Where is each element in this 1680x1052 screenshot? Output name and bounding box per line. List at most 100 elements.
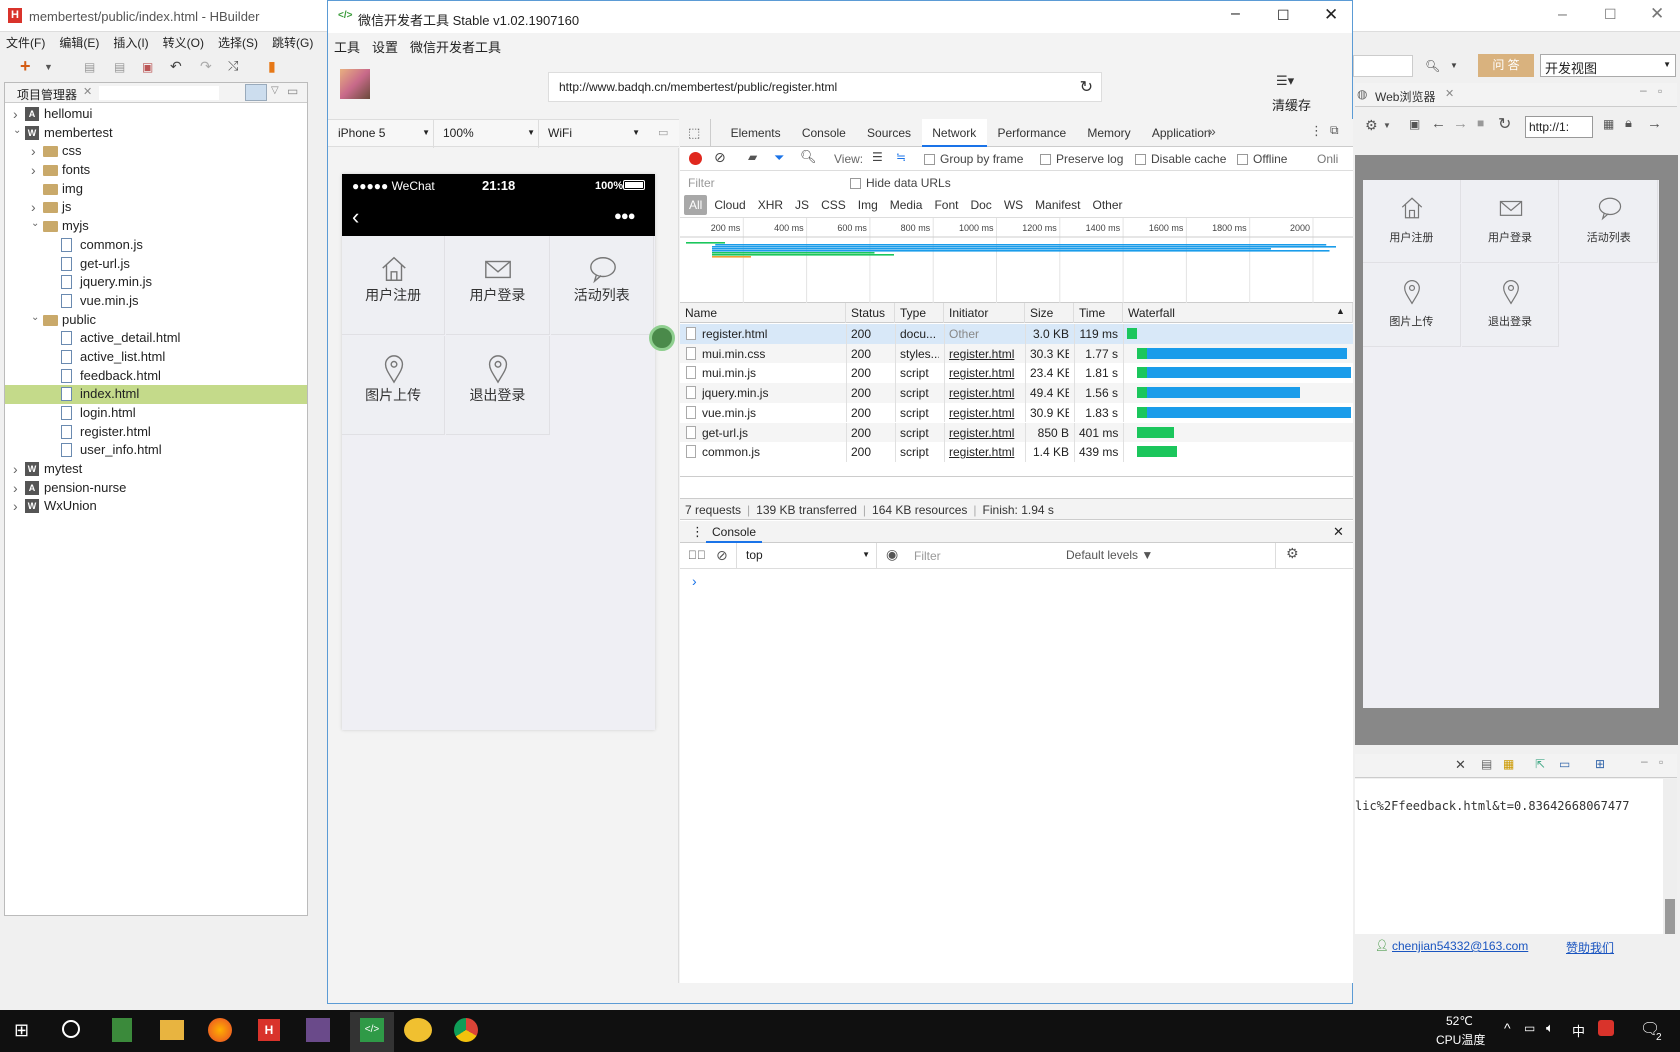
- wx-menu-item[interactable]: 工具: [334, 37, 360, 56]
- menu-tile[interactable]: 活动列表: [550, 236, 654, 335]
- volume-icon[interactable]: 🔈︎: [1546, 1020, 1554, 1036]
- hbuilder-app-icon[interactable]: H: [258, 1019, 280, 1041]
- sponsor-link[interactable]: 赞助我们: [1566, 939, 1614, 956]
- tree-item[interactable]: feedback.html: [5, 367, 307, 386]
- log-scroll-thumb[interactable]: [1665, 899, 1675, 934]
- context-select[interactable]: top ▼: [746, 548, 870, 562]
- file-explorer-icon[interactable]: [160, 1020, 184, 1040]
- maximize-panel-icon[interactable]: ▫: [1658, 84, 1662, 98]
- menu-tile[interactable]: 退出登录: [446, 336, 550, 435]
- layers-icon[interactable]: ☰▾: [1276, 73, 1294, 89]
- tree-item[interactable]: active_list.html: [5, 348, 307, 367]
- search-icon[interactable]: 🔍︎: [800, 149, 817, 165]
- tree-item[interactable]: › Apension-nurse: [5, 479, 307, 498]
- forward-icon[interactable]: →: [1453, 115, 1468, 132]
- column-header[interactable]: Status: [846, 303, 895, 323]
- web-url-input[interactable]: http://1:: [1525, 116, 1593, 138]
- tree-item[interactable]: › fonts: [5, 161, 307, 180]
- filter-icon[interactable]: ⏷: [774, 150, 784, 166]
- windows-start-icon[interactable]: ⊞: [14, 1020, 29, 1041]
- group-by-frame-checkbox[interactable]: Group by frame: [924, 152, 1023, 166]
- type-filter[interactable]: WS: [999, 195, 1028, 215]
- preserve-log-checkbox[interactable]: Preserve log: [1040, 152, 1123, 166]
- minimize-icon[interactable]: –: [1231, 5, 1240, 23]
- refresh-icon[interactable]: ↻: [1080, 77, 1093, 97]
- wx-menu-item[interactable]: 微信开发者工具: [410, 37, 501, 56]
- hb-menu-item[interactable]: 跳转(G): [272, 34, 313, 50]
- request-initiator[interactable]: register.html: [949, 386, 1020, 400]
- tree-item[interactable]: jquery.min.js: [5, 273, 307, 292]
- hb-menu-item[interactable]: 选择(S): [218, 34, 258, 50]
- close-tab-icon[interactable]: ✕: [1445, 87, 1454, 100]
- tree-item[interactable]: › js: [5, 198, 307, 217]
- collapsed-arrow-icon[interactable]: ›: [13, 106, 18, 122]
- menu-tile[interactable]: 图片上传: [342, 336, 446, 435]
- ime-indicator[interactable]: 中: [1572, 1021, 1585, 1040]
- hb-menu-item[interactable]: 文件(F): [6, 34, 45, 50]
- new-console-icon[interactable]: ⊞: [1595, 757, 1605, 771]
- table-row[interactable]: get-url.js 200 script register.html 850 B 401…: [680, 422, 1353, 443]
- tree-item[interactable]: ⌄ myjs: [5, 217, 307, 236]
- menu-tile[interactable]: 用户登录: [446, 236, 550, 335]
- table-row[interactable]: mui.min.js 200 script register.html 23.4 KB 1…: [680, 363, 1353, 384]
- menu-tile[interactable]: 活动列表: [1560, 180, 1659, 263]
- request-initiator[interactable]: register.html: [949, 426, 1020, 440]
- close-tab-icon[interactable]: ✕: [83, 85, 92, 98]
- game-app-icon[interactable]: [306, 1018, 330, 1042]
- column-header[interactable]: Initiator: [944, 303, 1025, 323]
- expanded-arrow-icon[interactable]: ⌄: [31, 312, 39, 323]
- chevron-down-icon[interactable]: ▼: [44, 62, 53, 72]
- url-bar[interactable]: http://www.badqh.cn/membertest/public/re…: [548, 72, 1102, 102]
- cortana-search-icon[interactable]: [62, 1020, 80, 1038]
- devtools-tab[interactable]: Elements: [720, 119, 791, 147]
- run-icon[interactable]: ⤭: [228, 58, 238, 74]
- type-filter[interactable]: Cloud: [709, 195, 750, 215]
- devtools-tab[interactable]: Sources: [856, 119, 921, 147]
- tree-item[interactable]: › Wmytest: [5, 460, 307, 479]
- view-menu-icon[interactable]: ▽: [271, 85, 279, 96]
- tree-item[interactable]: login.html: [5, 404, 307, 423]
- menu-dots-icon[interactable]: ⋮: [1310, 123, 1323, 139]
- close-icon[interactable]: ✕: [1324, 5, 1338, 25]
- chevron-down-icon[interactable]: ▼: [1383, 121, 1391, 130]
- clear-icon[interactable]: ⊘: [714, 149, 726, 166]
- expanded-arrow-icon[interactable]: ⌄: [31, 218, 39, 229]
- console-drawer-tab[interactable]: Console: [706, 521, 762, 543]
- column-header[interactable]: Time: [1074, 303, 1123, 323]
- tree-item[interactable]: › Ahellomui: [5, 105, 307, 124]
- bookmark-icon[interactable]: ▮: [268, 58, 276, 75]
- large-rows-icon[interactable]: ☰: [872, 150, 883, 164]
- tree-item[interactable]: get-url.js: [5, 255, 307, 274]
- maximize-icon[interactable]: ☐: [1604, 6, 1617, 23]
- close-icon[interactable]: ✕: [1650, 4, 1664, 24]
- collapsed-arrow-icon[interactable]: ›: [31, 143, 36, 159]
- hb-menu-item[interactable]: 插入(I): [113, 34, 148, 50]
- maximize-icon[interactable]: ☐: [1277, 7, 1290, 24]
- more-icon[interactable]: ●●●: [614, 208, 636, 223]
- wx-menu-item[interactable]: 设置: [372, 37, 398, 56]
- inspect-icon[interactable]: ⬚: [688, 125, 700, 141]
- clear-console-icon[interactable]: ⊘: [716, 547, 728, 564]
- table-row[interactable]: vue.min.js 200 script register.html 30.9 KB 1…: [680, 402, 1353, 423]
- web-browser-tab[interactable]: Web浏览器: [1375, 88, 1435, 105]
- type-filter[interactable]: Doc: [965, 195, 996, 215]
- search-dropdown-icon[interactable]: ▼: [1450, 61, 1458, 70]
- stop-icon[interactable]: ■: [1477, 116, 1484, 130]
- request-initiator[interactable]: register.html: [949, 445, 1020, 459]
- view-select[interactable]: 开发视图 ▼: [1540, 54, 1676, 77]
- device-select[interactable]: iPhone 5 ▼: [338, 126, 430, 140]
- avatar[interactable]: [340, 69, 370, 99]
- type-filter[interactable]: Other: [1088, 195, 1128, 215]
- qrcode-icon[interactable]: ▦: [1603, 117, 1614, 131]
- gear-icon[interactable]: ⚙: [1365, 117, 1378, 134]
- save-all-icon[interactable]: ▤: [114, 60, 125, 74]
- minimize-panel-icon[interactable]: –: [1641, 754, 1648, 768]
- tree-item[interactable]: index.html: [5, 385, 307, 404]
- tree-item[interactable]: active_detail.html: [5, 329, 307, 348]
- tree-item[interactable]: common.js: [5, 236, 307, 255]
- maximize-panel-icon[interactable]: ▫: [1659, 755, 1663, 769]
- tray-expand-icon[interactable]: ^: [1504, 1020, 1511, 1036]
- hide-data-urls-checkbox[interactable]: Hide data URLs: [850, 176, 951, 190]
- link-editor-icon[interactable]: [245, 84, 267, 101]
- devtools-tab[interactable]: Memory: [1077, 119, 1142, 147]
